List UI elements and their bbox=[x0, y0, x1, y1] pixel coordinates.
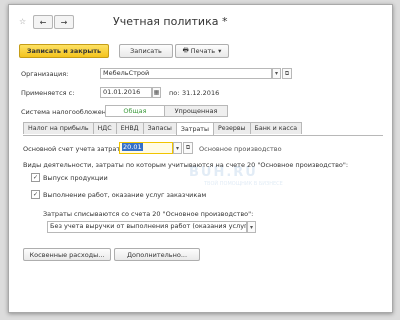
nav-forward-button[interactable]: → bbox=[54, 15, 74, 29]
tab-costs[interactable]: Затраты bbox=[175, 122, 214, 135]
tab-vat[interactable]: НДС bbox=[92, 122, 117, 134]
date-from-input[interactable]: 01.01.2016 bbox=[100, 87, 152, 98]
activities-label: Виды деятельности, затраты по которым уч… bbox=[23, 161, 349, 169]
tax-option-simplified[interactable]: Упрощенная bbox=[164, 105, 228, 117]
window-title: Учетная политика * bbox=[113, 15, 228, 28]
main-account-description: Основное производство bbox=[199, 145, 282, 153]
tab-profit-tax[interactable]: Налог на прибыль bbox=[23, 122, 94, 134]
services-checkbox-label: Выполнение работ, оказание услуг заказчи… bbox=[43, 191, 207, 199]
services-checkbox[interactable]: ✓ bbox=[31, 190, 40, 199]
save-and-close-button[interactable]: Записать и закрыть bbox=[19, 44, 109, 58]
watermark-tagline: ТВОЙ ПОМОЩНИК В БИЗНЕСЕ bbox=[204, 181, 283, 187]
main-account-open-icon[interactable]: ⧉ bbox=[183, 142, 193, 154]
main-account-input[interactable]: 20.01 bbox=[119, 142, 173, 154]
arrow-left-icon: ← bbox=[39, 17, 47, 27]
tab-bank-cash[interactable]: Банк и касса bbox=[249, 122, 303, 134]
additional-settings-button[interactable]: Дополнительно... bbox=[114, 248, 200, 261]
products-checkbox[interactable]: ✓ bbox=[31, 173, 40, 182]
printer-icon: 🖶 bbox=[182, 45, 189, 54]
main-account-dropdown-icon[interactable]: ▾ bbox=[173, 142, 182, 154]
main-account-value: 20.01 bbox=[122, 143, 143, 151]
organization-dropdown-icon[interactable]: ▾ bbox=[272, 68, 281, 79]
indirect-costs-button[interactable]: Косвенные расходы... bbox=[23, 248, 111, 261]
writeoff-label: Затраты списываются со счета 20 "Основно… bbox=[43, 210, 254, 218]
date-from-calendar-icon[interactable]: ▦ bbox=[152, 87, 161, 98]
arrow-right-icon: → bbox=[60, 17, 68, 27]
organization-open-icon[interactable]: ⧉ bbox=[282, 68, 292, 79]
print-label: Печать bbox=[190, 47, 216, 55]
date-to-value: 31.12.2016 bbox=[182, 89, 220, 97]
nav-back-button[interactable]: ← bbox=[33, 15, 53, 29]
checkmark-icon: ✓ bbox=[32, 174, 39, 181]
tax-system-label: Система налогообложения: bbox=[21, 108, 117, 116]
writeoff-dropdown-icon[interactable]: ▾ bbox=[247, 221, 256, 233]
favorite-star-icon[interactable]: ☆ bbox=[19, 17, 26, 26]
checkmark-icon: ✓ bbox=[32, 191, 39, 198]
policy-tabs: Налог на прибыль НДС ЕНВД Запасы Затраты… bbox=[23, 122, 303, 135]
tab-envd[interactable]: ЕНВД bbox=[115, 122, 144, 134]
tab-inventory[interactable]: Запасы bbox=[142, 122, 177, 134]
writeoff-select[interactable]: Без учета выручки от выполнения работ (о… bbox=[47, 221, 247, 233]
tab-divider bbox=[23, 135, 383, 136]
tab-reserves[interactable]: Резервы bbox=[212, 122, 251, 134]
products-checkbox-label: Выпуск продукции bbox=[43, 174, 108, 182]
accounting-policy-window: ☆ ← → Учетная политика * Записать и закр… bbox=[8, 4, 393, 313]
date-to-label: по: bbox=[169, 89, 180, 97]
applied-from-label: Применяется с: bbox=[21, 89, 75, 97]
tax-option-general[interactable]: Общая bbox=[105, 105, 165, 117]
organization-input[interactable]: МебельСтрой bbox=[100, 68, 272, 79]
organization-label: Организация: bbox=[21, 70, 69, 78]
print-button[interactable]: 🖶 Печать ▾ bbox=[175, 44, 229, 58]
chevron-down-icon: ▾ bbox=[218, 47, 222, 55]
main-account-label: Основной счет учета затрат: bbox=[23, 145, 123, 153]
save-button[interactable]: Записать bbox=[119, 44, 173, 58]
